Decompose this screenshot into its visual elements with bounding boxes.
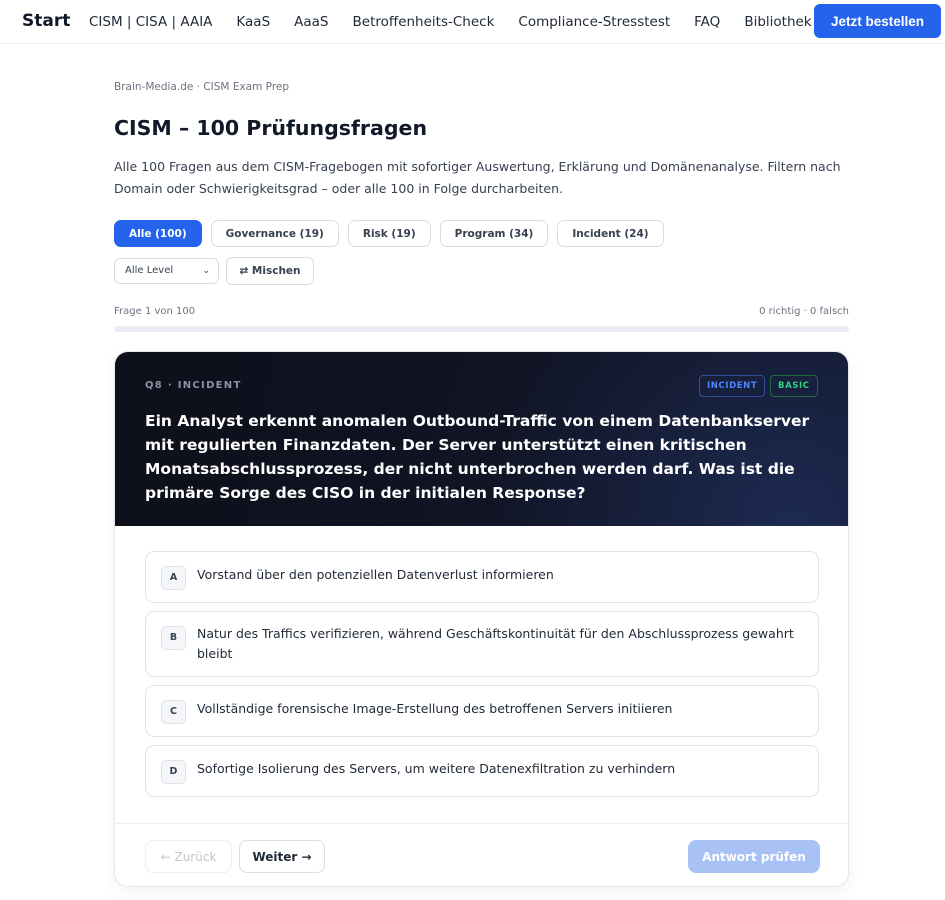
question-text: Ein Analyst erkennt anomalen Outbound-Tr… [145, 412, 810, 502]
page-title: CISM – 100 Prüfungsfragen [114, 116, 428, 140]
filter-chip-risk[interactable]: Risk (19) [347, 220, 431, 247]
difficulty-tag: BASIC [770, 375, 818, 397]
option-letter: C [161, 700, 186, 724]
level-select[interactable]: Alle Level ⌄ [114, 258, 219, 284]
answer-option-c[interactable]: C Vollständige forensische Image-Erstell… [145, 685, 819, 737]
nav-link-kaas[interactable]: KaaS [236, 14, 270, 30]
option-text: Sofortige Isolierung des Servers, um wei… [197, 761, 676, 776]
nav-link-aaas[interactable]: AaaS [294, 14, 328, 30]
nav-links: CISM | CISA | AAIA KaaS AaaS Betroffenhe… [89, 0, 836, 44]
question-id-label: Q8 · INCIDENT [145, 380, 242, 391]
check-answer-button[interactable]: Antwort prüfen [688, 840, 820, 873]
filter-chip-all[interactable]: Alle (100) [114, 220, 202, 247]
answer-option-b[interactable]: B Natur des Traffics verifizieren, währe… [145, 611, 819, 677]
filter-chip-governance[interactable]: Governance (19) [210, 220, 339, 247]
filter-chip-program[interactable]: Program (34) [439, 220, 549, 247]
filter-chip-incident[interactable]: Incident (24) [557, 220, 664, 247]
option-letter: D [161, 760, 186, 784]
order-now-button[interactable]: Jetzt bestellen [814, 4, 941, 38]
back-button[interactable]: ← Zurück [145, 840, 232, 873]
top-navigation: Start CISM | CISA | AAIA KaaS AaaS Betro… [0, 0, 945, 44]
page-description: Alle 100 Fragen aus dem CISM-Fragebogen … [114, 159, 841, 196]
brand-link[interactable]: Start [22, 11, 70, 31]
level-select-value: Alle Level [125, 265, 174, 276]
shuffle-button[interactable]: ⇄ Mischen [226, 257, 314, 285]
option-text: Vorstand über den potenziellen Datenverl… [197, 567, 554, 582]
nav-link-betroffenheits-check[interactable]: Betroffenheits-Check [353, 14, 495, 30]
progress-bar [114, 326, 849, 332]
option-letter: A [161, 566, 186, 590]
breadcrumb: Brain-Media.de · CISM Exam Prep [114, 81, 290, 93]
option-letter: B [161, 626, 186, 650]
score-counter: 0 richtig · 0 falsch [759, 306, 849, 317]
domain-tag: INCIDENT [699, 375, 766, 397]
chevron-down-icon: ⌄ [202, 266, 210, 276]
nav-link-bibliothek[interactable]: Bibliothek [744, 14, 811, 30]
answer-option-d[interactable]: D Sofortige Isolierung des Servers, um w… [145, 745, 819, 797]
question-counter: Frage 1 von 100 [114, 306, 196, 317]
nav-link-compliance-stresstest[interactable]: Compliance-Stresstest [518, 14, 670, 30]
option-text: Vollständige forensische Image-Erstellun… [197, 701, 673, 716]
nav-link-cism-cisa-aaia[interactable]: CISM | CISA | AAIA [89, 14, 212, 30]
answer-option-a[interactable]: A Vorstand über den potenziellen Datenve… [145, 551, 819, 603]
nav-link-faq[interactable]: FAQ [694, 14, 720, 30]
question-card: Q8 · INCIDENT INCIDENT BASIC Ein Analyst… [114, 351, 849, 887]
card-footer: ← Zurück Weiter → Antwort prüfen [115, 823, 848, 886]
option-text: Natur des Traffics verifizieren, während… [197, 626, 794, 661]
next-button[interactable]: Weiter → [239, 840, 325, 873]
domain-filter-bar: Alle (100) Governance (19) Risk (19) Pro… [114, 220, 673, 247]
question-header: Q8 · INCIDENT INCIDENT BASIC Ein Analyst… [115, 352, 848, 526]
